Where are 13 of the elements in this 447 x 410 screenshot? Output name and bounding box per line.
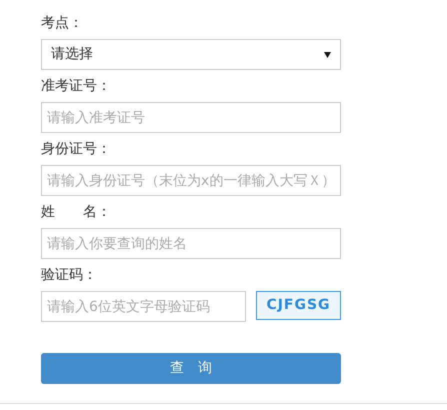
input-field[interactable]: 请输入身份证号（末位为x的一律输入大写Ｘ） (41, 165, 341, 196)
query-button[interactable]: 查 询 (41, 353, 341, 384)
select-field[interactable]: 请选择 (41, 39, 341, 70)
input-field[interactable]: 请输入6位英文字母验证码 (41, 291, 246, 322)
field-label: 验证码： (41, 266, 98, 285)
field-label: 考点： (41, 14, 84, 33)
input-field[interactable]: 请输入准考证号 (41, 102, 341, 133)
field-label: 姓 名： (41, 203, 112, 222)
input-field[interactable]: 请输入你要查询的姓名 (41, 228, 341, 259)
captcha-image[interactable]: CJFGSG (256, 291, 341, 320)
caret-icon (324, 52, 331, 58)
field-label: 准考证号： (41, 77, 112, 96)
field-label: 身份证号： (41, 140, 112, 159)
